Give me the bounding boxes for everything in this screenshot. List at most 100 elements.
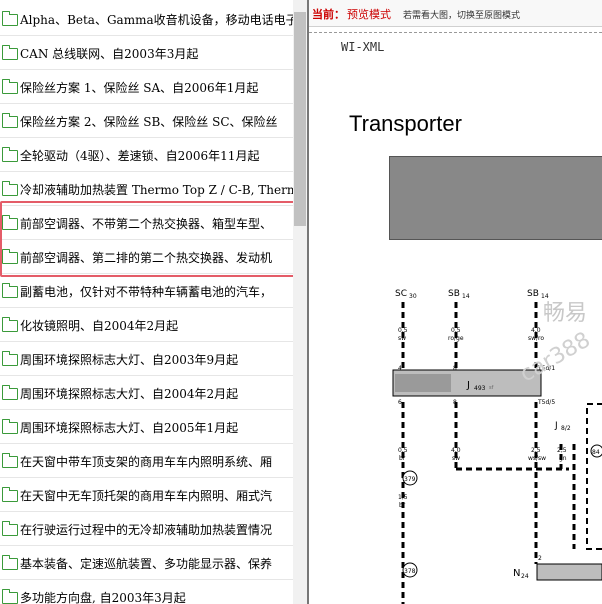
document-preview-panel: 当前： 预览模式 若需看大图，切换至原图模式 WI-XML Transporte… [309, 0, 602, 604]
wire-color-wssw: ws/sw [528, 455, 546, 462]
folder-icon [2, 385, 18, 400]
tree-item[interactable]: 化妆镜照明、自2004年2月起 [0, 309, 293, 342]
tree-item-label: 周围环境探照标志大灯、自2005年1月起 [20, 421, 239, 435]
tree-item-label: 副蓄电池，仅针对不带特种车辆蓄电池的汽车， [20, 285, 273, 299]
j82-sub: 8/2 [561, 425, 571, 432]
ref-84-label: 84 [592, 449, 600, 456]
mode-hint-text: 若需看大图，切换至原图模式 [403, 11, 521, 21]
folder-icon [2, 453, 18, 468]
wire-label-05a: 0,5 [398, 327, 408, 334]
tree-item-label: 化妆镜照明、自2004年2月起 [20, 319, 179, 333]
relay-pin-top-2: 8 [453, 365, 457, 372]
doc-title: Transporter [349, 111, 462, 136]
wiring-diagram: SC 30 SB 14 SB 14 0,5 sw 0,5 ro/ge 4,0 s… [392, 289, 602, 604]
wire-color-br: br [399, 455, 406, 462]
relay-j493-tag: sf [489, 385, 494, 391]
wire-label-40a: 4,0 [531, 327, 541, 334]
folder-icon [2, 181, 18, 196]
tree-item[interactable]: 多功能方向盘, 自2003年3月起 [0, 581, 293, 604]
tree-item-label: 多功能方向盘, 自2003年3月起 [20, 591, 186, 604]
wire-label-25a: 2,5 [531, 447, 541, 454]
watermark-1: 畅易 [543, 301, 588, 326]
wire-label-40b: 4,0 [451, 447, 461, 454]
n24-sub: 24 [521, 573, 529, 580]
wire-color-gn: gn [559, 455, 567, 462]
folder-icon [2, 79, 18, 94]
tree-item-label: 在天窗中无车顶托架的商用车车内照明、厢式汽 [20, 489, 273, 503]
tree-item-label: 在天窗中带车顶支架的商用车车内照明系统、厢 [20, 455, 273, 469]
wire-color-sw: sw [398, 335, 406, 342]
tree-item[interactable]: 保险丝方案 1、保险丝 SA、自2006年1月起 [0, 71, 293, 104]
terminal-sb14-b: SB [527, 289, 539, 299]
header-divider [309, 32, 602, 33]
tree-scrollbar-thumb[interactable] [294, 12, 306, 226]
doc-header-graphic [389, 156, 602, 240]
wire-color-sw2: sw [452, 455, 460, 462]
relay-pin-bot-1: 6 [398, 399, 402, 406]
folder-icon [2, 589, 18, 604]
n24-box [536, 563, 602, 581]
relay-j493-label: J [466, 380, 470, 391]
folder-icon [2, 147, 18, 162]
tree-item[interactable]: 副蓄电池，仅针对不带特种车辆蓄电池的汽车， [0, 275, 293, 308]
tree-item[interactable]: 保险丝方案 2、保险丝 SB、保险丝 SC、保险丝 [0, 105, 293, 138]
folder-icon [2, 317, 18, 332]
wire-label-25b: 2,5 [557, 447, 567, 454]
terminal-sb14-a-sub: 14 [462, 293, 470, 300]
n24-label: N [513, 568, 520, 579]
current-label: 当前： [312, 8, 345, 21]
folder-icon [2, 487, 18, 502]
folder-icon [2, 555, 18, 570]
wire-label-05c: 0,5 [398, 447, 408, 454]
folder-icon [2, 419, 18, 434]
tree-item[interactable]: 周围环境探照标志大灯、自2005年1月起 [0, 411, 293, 444]
preview-header: 当前： 预览模式 若需看大图，切换至原图模式 [309, 0, 602, 27]
tree-item[interactable]: 在天窗中无车顶托架的商用车车内照明、厢式汽 [0, 479, 293, 512]
relay-pin-top-1: 4 [398, 365, 402, 372]
tree-item[interactable]: 周围环境探照标志大灯、自2003年9月起 [0, 343, 293, 376]
folder-icon [2, 351, 18, 366]
ref-379-label: 379 [404, 476, 416, 483]
tree-item[interactable]: 在行驶运行过程中的无冷却液辅助加热装置情况 [0, 513, 293, 546]
relay-pin-bot-2: 8 [453, 399, 457, 406]
tree-item[interactable]: 周围环境探照标志大灯、自2004年2月起 [0, 377, 293, 410]
relay-j493-sub: 493 [474, 385, 486, 392]
tree-item-label: Alpha、Beta、Gamma收音机设备，移动电话电子 [20, 13, 293, 27]
tree-item-label: 周围环境探照标志大灯、自2004年2月起 [20, 387, 239, 401]
terminal-sb14-a: SB [448, 289, 460, 299]
folder-tree-panel: Alpha、Beta、Gamma收音机设备，移动电话电子 CAN 总线联网、自20… [0, 0, 293, 604]
folder-icon [2, 45, 18, 60]
tree-item[interactable]: 基本装备、定速巡航装置、多功能显示器、保养 [0, 547, 293, 580]
tree-item-label: 基本装备、定速巡航装置、多功能显示器、保养 [20, 557, 273, 571]
preview-mode-link[interactable]: 预览模式 [347, 6, 391, 22]
tree-item[interactable]: 在天窗中带车顶支架的商用车车内照明系统、厢 [0, 445, 293, 478]
wire-color-br2: br [399, 502, 406, 509]
wire-color-roge: ro/ge [448, 335, 464, 342]
tree-item-label: 周围环境探照标志大灯、自2003年9月起 [20, 353, 239, 367]
tree-item[interactable]: CAN 总线联网、自2003年3月起 [0, 37, 293, 70]
tree-item-label: 保险丝方案 1、保险丝 SA、自2006年1月起 [20, 81, 259, 95]
wire-label-05b: 0,5 [451, 327, 461, 334]
tree-item[interactable]: Alpha、Beta、Gamma收音机设备，移动电话电子 [0, 3, 293, 36]
ref-378-label: 378 [404, 568, 416, 575]
doc-code: WI-XML [341, 40, 385, 54]
tree-item-label: CAN 总线联网、自2003年3月起 [20, 47, 199, 61]
folder-icon [2, 521, 18, 536]
wire-label-15: 1,5 [398, 494, 408, 501]
wire-color-swro: sw/ro [528, 335, 544, 342]
j82-label: J [554, 421, 558, 431]
folder-icon [2, 113, 18, 128]
tree-item[interactable]: 全轮驱动（4驱）、差速锁、自2006年11月起 [0, 139, 293, 172]
tree-item-label: 保险丝方案 2、保险丝 SB、保险丝 SC、保险丝 [20, 115, 278, 129]
tree-item-label: 全轮驱动（4驱）、差速锁、自2006年11月起 [20, 149, 260, 163]
terminal-sc30: SC [395, 289, 407, 299]
folder-icon [2, 283, 18, 298]
tree-item-label: 冷却液辅助加热装置 Thermo Top Z / C-B, Therm [20, 183, 293, 197]
relay-j493-inner [395, 374, 451, 392]
terminal-sc30-sub: 30 [409, 293, 417, 300]
right-component-outline [586, 403, 602, 550]
selection-highlight-box [0, 201, 313, 277]
connector-t5d5: T5d/5 [537, 399, 555, 406]
n24-pin-2: 2 [538, 555, 542, 562]
folder-icon [2, 11, 18, 26]
